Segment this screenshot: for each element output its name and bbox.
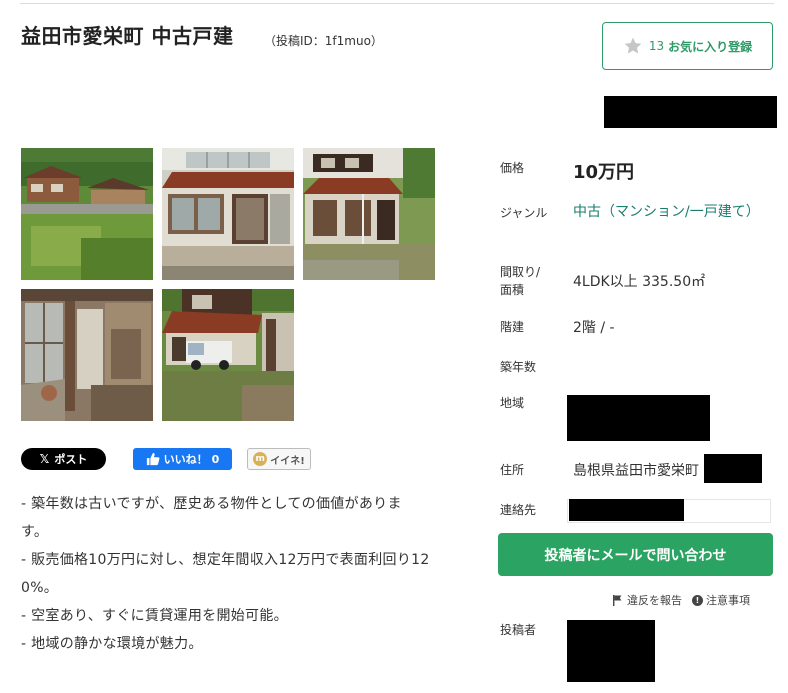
redacted-address bbox=[704, 454, 762, 483]
description-line: 0%。 bbox=[21, 580, 59, 596]
photo-thumbnail-1[interactable] bbox=[21, 148, 153, 280]
price-label: 価格 bbox=[500, 161, 525, 175]
facebook-like-label: いいね！ bbox=[163, 453, 208, 466]
facebook-like-count: 0 bbox=[211, 452, 220, 466]
favorite-count: 13 bbox=[648, 39, 665, 53]
page-title: 益田市愛栄町 中古戸建 bbox=[21, 24, 234, 48]
mixi-logo-icon: m bbox=[253, 452, 268, 466]
mixi-iine-button[interactable]: m イイネ! bbox=[247, 448, 311, 470]
x-post-button[interactable]: 𝕏 ポスト bbox=[21, 448, 106, 470]
property-description: - 築年数は古いですが、歴史ある物件としての価値がありま す。 - 販売価格10… bbox=[21, 490, 466, 658]
veranda-image bbox=[21, 289, 153, 421]
redacted-block bbox=[604, 96, 777, 128]
favorite-button[interactable]: 13 お気に入り登録 bbox=[602, 22, 773, 70]
address-value: 島根県益田市愛栄町 bbox=[573, 463, 699, 479]
floors-label: 階建 bbox=[500, 320, 525, 334]
layout-value: 4LDK以上 335.50㎡ bbox=[573, 274, 706, 290]
yard-with-truck-image bbox=[162, 289, 294, 421]
area-label: 地域 bbox=[500, 396, 525, 410]
mixi-iine-label: イイネ! bbox=[270, 455, 305, 467]
report-violation-link[interactable]: 違反を報告 bbox=[627, 592, 682, 608]
floors-value: 2階 / - bbox=[573, 320, 615, 336]
redacted-area bbox=[567, 395, 710, 441]
house-entrance-image bbox=[162, 148, 294, 280]
photo-thumbnail-3[interactable] bbox=[303, 148, 435, 280]
x-post-label: ポスト bbox=[54, 453, 88, 466]
description-line: - 販売価格10万円に対し、想定年間収入12万円で表面利回り12 bbox=[21, 552, 430, 568]
description-line: - 空室あり、すぐに賃貸運用を開始可能。 bbox=[21, 608, 288, 624]
star-icon bbox=[624, 37, 642, 54]
age-label: 築年数 bbox=[500, 360, 537, 374]
photo-thumbnail-5[interactable] bbox=[162, 289, 294, 421]
price-value: 10万円 bbox=[573, 162, 635, 183]
info-icon: ! bbox=[692, 594, 703, 606]
genre-link[interactable]: 中古（マンション/一戸建て） bbox=[573, 202, 763, 222]
poster-label: 投稿者 bbox=[500, 623, 537, 637]
facebook-like-button[interactable]: いいね！ 0 bbox=[133, 448, 232, 470]
thumbs-up-icon bbox=[146, 452, 160, 466]
photo-thumbnail-4[interactable] bbox=[21, 289, 153, 421]
top-divider bbox=[20, 3, 774, 4]
photo-thumbnail-2[interactable] bbox=[162, 148, 294, 280]
post-id: （投稿ID：1f1muo） bbox=[264, 34, 383, 48]
description-line: - 地域の静かな環境が魅力。 bbox=[21, 636, 203, 652]
description-line: す。 bbox=[21, 524, 49, 540]
favorite-label: お気に入り登録 bbox=[668, 39, 753, 54]
description-line: - 築年数は古いですが、歴史ある物件としての価値がありま bbox=[21, 496, 402, 512]
email-contact-button[interactable]: 投稿者にメールで問い合わせ bbox=[498, 533, 773, 576]
redacted-contact bbox=[569, 499, 684, 521]
genre-label: ジャンル bbox=[500, 206, 548, 220]
report-links: 違反を報告 ! 注意事項 bbox=[612, 592, 750, 608]
contact-label: 連絡先 bbox=[500, 503, 537, 517]
house-side-image bbox=[303, 148, 435, 280]
notice-link[interactable]: 注意事項 bbox=[706, 592, 750, 608]
x-logo-icon: 𝕏 bbox=[39, 452, 50, 466]
redacted-poster bbox=[567, 620, 655, 682]
flag-icon bbox=[613, 595, 622, 606]
house-exterior-image bbox=[21, 148, 153, 280]
layout-label-1: 間取り/ bbox=[500, 265, 541, 279]
layout-label-2: 面積 bbox=[500, 283, 525, 297]
address-label: 住所 bbox=[500, 463, 525, 477]
